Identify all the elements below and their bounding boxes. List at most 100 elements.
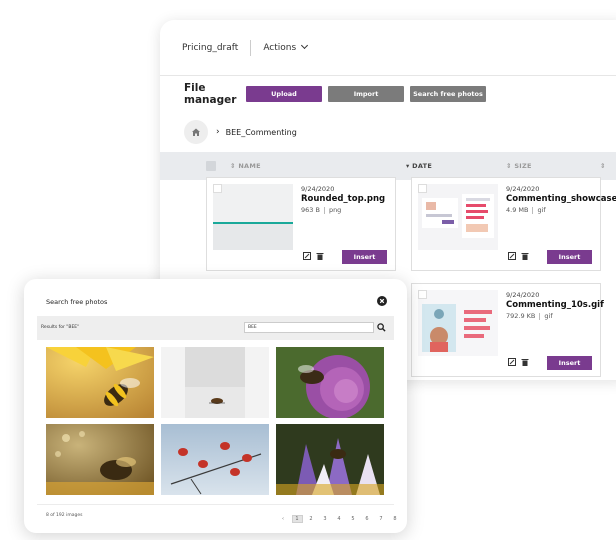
top-bar: Pricing_draft Actions <box>160 20 616 76</box>
draft-name[interactable]: Pricing_draft <box>182 43 238 53</box>
file-card[interactable]: 9/24/2020 Commenting_showcase 4.9 MB gif … <box>411 177 616 271</box>
edit-icon[interactable] <box>508 358 516 366</box>
thumbnail-image <box>418 290 498 356</box>
thumbnail-image <box>418 184 498 250</box>
file-meta: 792.9 KB gif <box>506 312 553 320</box>
file-size: 4.9 MB <box>506 206 529 214</box>
photo-thumbnail[interactable] <box>46 424 154 495</box>
divider <box>37 504 394 505</box>
pagination-page[interactable]: 5 <box>346 515 360 523</box>
photo-thumbnail[interactable] <box>276 424 384 495</box>
search-icon[interactable] <box>377 323 386 332</box>
breadcrumb-folder[interactable]: BEE_Commenting <box>226 128 297 137</box>
search-bar: Results for "BEE" BEE <box>37 316 394 340</box>
divider <box>250 39 252 56</box>
file-type: png <box>328 206 342 214</box>
column-name[interactable]: ⇕ NAME <box>230 162 261 170</box>
import-button[interactable]: Import <box>328 86 404 102</box>
insert-button[interactable]: Insert <box>547 356 592 370</box>
column-date-label: DATE <box>412 162 433 170</box>
upload-button[interactable]: Upload <box>246 86 322 102</box>
file-date: 9/24/2020 <box>301 185 335 193</box>
pagination-page[interactable]: 3 <box>318 515 332 523</box>
breadcrumb-arrow-icon: › <box>216 127 220 137</box>
pagination-page[interactable]: 8 <box>388 515 402 523</box>
search-free-photos-button[interactable]: Search free photos <box>410 86 486 102</box>
file-actions <box>303 252 324 260</box>
edit-icon[interactable] <box>303 252 311 260</box>
file-card[interactable]: 9/24/2020 Commenting_10s.gif 792.9 KB gif… <box>411 283 604 377</box>
column-name-label: NAME <box>238 162 261 170</box>
search-input[interactable]: BEE <box>244 322 374 333</box>
results-label: Results for "BEE" <box>41 325 80 330</box>
select-all-checkbox[interactable] <box>206 161 216 171</box>
file-meta: 4.9 MB gif <box>506 206 546 214</box>
chevron-down-icon <box>301 41 309 49</box>
file-thumbnail <box>213 184 293 250</box>
file-type: gif <box>544 312 553 320</box>
close-icon[interactable] <box>377 296 387 306</box>
file-actions <box>508 252 529 260</box>
insert-button[interactable]: Insert <box>547 250 592 264</box>
pagination-page[interactable]: 2 <box>304 515 318 523</box>
file-size: 963 B <box>301 206 320 214</box>
column-size-label: SIZE <box>514 162 532 170</box>
file-manager-title: File manager <box>184 82 237 106</box>
divider <box>539 312 541 320</box>
file-thumbnail <box>418 184 498 250</box>
search-photos-dialog: Search free photos Results for "BEE" BEE <box>24 279 407 533</box>
file-checkbox[interactable] <box>213 184 222 193</box>
actions-menu[interactable]: Actions <box>263 41 309 53</box>
insert-button[interactable]: Insert <box>342 250 387 264</box>
photo-thumbnail[interactable] <box>161 424 269 495</box>
file-date: 9/24/2020 <box>506 291 540 299</box>
file-name: Rounded_top.png <box>301 194 386 204</box>
breadcrumb: › BEE_Commenting <box>160 112 616 152</box>
file-type: gif <box>537 206 546 214</box>
trash-icon[interactable] <box>521 252 529 260</box>
file-checkbox[interactable] <box>418 184 427 193</box>
column-size[interactable]: ⇕ SIZE <box>506 162 532 170</box>
file-checkbox[interactable] <box>418 290 427 299</box>
file-size: 792.9 KB <box>506 312 536 320</box>
photo-thumbnail[interactable] <box>276 347 384 418</box>
bee-flower-photo <box>46 347 154 418</box>
column-type[interactable]: ⇕ <box>600 162 606 170</box>
trash-icon[interactable] <box>521 358 529 366</box>
results-count: 8 of 192 images <box>46 513 83 518</box>
bee-dewdrop-photo <box>46 424 154 495</box>
column-date[interactable]: ▾ DATE <box>406 162 432 170</box>
actions-label: Actions <box>263 42 297 53</box>
pagination-page[interactable]: 6 <box>360 515 374 523</box>
file-name: Commenting_showcase <box>506 194 616 204</box>
file-list-header: ⇕ NAME ▾ DATE ⇕ SIZE ⇕ <box>160 152 616 180</box>
pagination-page[interactable]: 7 <box>374 515 388 523</box>
bee-eater-birds-photo <box>161 424 269 495</box>
bee-minimal-photo <box>161 347 269 418</box>
pagination-page-current[interactable]: 1 <box>291 515 303 523</box>
trash-icon[interactable] <box>316 252 324 260</box>
edit-icon[interactable] <box>508 252 516 260</box>
pagination: ‹ 1 2 3 4 5 6 7 8 › <box>276 515 407 523</box>
bee-thistle-photo <box>276 347 384 418</box>
bee-crocus-photo <box>276 424 384 495</box>
file-actions <box>508 358 529 366</box>
pagination-prev[interactable]: ‹ <box>276 515 290 523</box>
pagination-page[interactable]: 4 <box>332 515 346 523</box>
file-meta: 963 B png <box>301 206 341 214</box>
dialog-title: Search free photos <box>46 298 108 306</box>
file-date: 9/24/2020 <box>506 185 540 193</box>
thumbnail-image <box>213 184 293 250</box>
stage: Pricing_draft Actions File manager Uploa… <box>0 0 616 540</box>
home-button[interactable] <box>184 120 208 144</box>
photo-thumbnail[interactable] <box>161 347 269 418</box>
home-icon <box>192 128 200 136</box>
file-manager-toolbar: File manager Upload Import Search free p… <box>160 76 616 112</box>
file-card[interactable]: 9/24/2020 Rounded_top.png 963 B png Inser… <box>206 177 396 271</box>
pagination-next[interactable]: › <box>402 515 407 523</box>
divider <box>532 206 534 214</box>
file-name: Commenting_10s.gif <box>506 300 604 310</box>
sort-icon: ⇕ <box>600 162 606 170</box>
photo-thumbnail[interactable] <box>46 347 154 418</box>
file-thumbnail <box>418 290 498 356</box>
